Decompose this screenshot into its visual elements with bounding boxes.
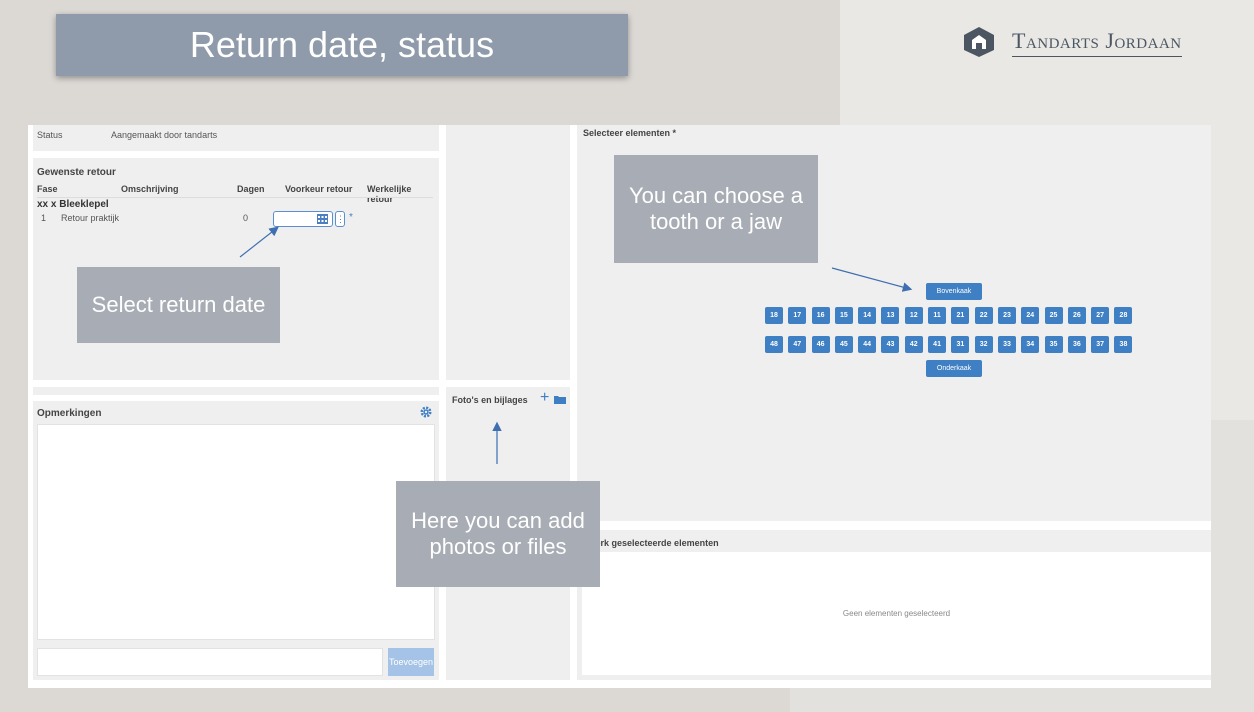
divider-strip: [33, 387, 439, 395]
lower-teeth-row: 48 47 46 45 44 43 42 41 31 32 33 34 35 36 37 38: [765, 336, 1133, 353]
row-omschrijving: Retour praktijk: [61, 213, 120, 223]
tooth-button[interactable]: 24: [1021, 307, 1040, 324]
upper-teeth-row: 18 17 16 15 14 13 12 11 21 22 23 24 25 26 27 28: [765, 307, 1133, 324]
tooth-button[interactable]: 34: [1021, 336, 1040, 353]
col-dagen: Dagen: [237, 184, 265, 194]
tooth-button[interactable]: 13: [881, 307, 900, 324]
tooth-button[interactable]: 27: [1091, 307, 1110, 324]
tooth-button[interactable]: 23: [997, 307, 1016, 324]
tooth-button[interactable]: 28: [1114, 307, 1133, 324]
col-voorkeur-retour: Voorkeur retour: [285, 184, 353, 194]
col-werkelijke-retour: Werkelijke retour: [367, 184, 412, 204]
tooth-button[interactable]: 32: [974, 336, 993, 353]
date-options-icon[interactable]: ⋮: [335, 211, 345, 227]
comment-input[interactable]: [37, 648, 383, 676]
tooth-button[interactable]: 38: [1114, 336, 1133, 353]
tooth-button[interactable]: 45: [834, 336, 853, 353]
photos-title: Foto's en bijlages: [452, 395, 528, 405]
plus-icon[interactable]: +: [540, 389, 549, 407]
tooth-button[interactable]: 11: [928, 307, 947, 324]
retour-title: Gewenste retour: [37, 167, 116, 178]
opmerkingen-title: Opmerkingen: [37, 408, 102, 419]
tooth-button[interactable]: 33: [997, 336, 1016, 353]
callout-add-photos: Here you can add photos or files: [396, 481, 600, 587]
middle-top-panel: [446, 125, 570, 380]
row-fase: 1: [41, 213, 47, 223]
lower-jaw-button[interactable]: Onderkaak: [926, 360, 982, 377]
tooth-button[interactable]: 22: [974, 307, 993, 324]
gear-icon[interactable]: [420, 406, 432, 418]
tooth-button[interactable]: 25: [1044, 307, 1063, 324]
folder-icon[interactable]: [554, 395, 566, 404]
calendar-icon[interactable]: [317, 214, 328, 224]
bewerk-body: Geen elementen geselecteerd: [582, 552, 1211, 675]
status-value: Aangemaakt door tandarts: [111, 130, 218, 140]
tooth-button[interactable]: 17: [788, 307, 807, 324]
tooth-button[interactable]: 42: [904, 336, 923, 353]
tooth-button[interactable]: 41: [928, 336, 947, 353]
house-logo-icon: [964, 27, 994, 57]
upper-jaw-button[interactable]: Bovenkaak: [926, 283, 982, 300]
tooth-button[interactable]: 43: [881, 336, 900, 353]
select-elements-title: Selecteer elementen *: [583, 128, 677, 138]
tooth-button[interactable]: 35: [1044, 336, 1063, 353]
col-fase: Fase: [37, 184, 58, 194]
tooth-button[interactable]: 36: [1067, 336, 1086, 353]
col-omschrijving: Omschrijving: [121, 184, 179, 194]
tooth-button[interactable]: 15: [834, 307, 853, 324]
row-dagen: 0: [243, 213, 249, 223]
callout-select-date: Select return date: [77, 267, 280, 343]
header-divider: [37, 197, 433, 198]
slide-title: Return date, status: [56, 14, 628, 76]
tooth-button[interactable]: 26: [1067, 307, 1086, 324]
tooth-button[interactable]: 37: [1091, 336, 1110, 353]
empty-selection-text: Geen elementen geselecteerd: [842, 609, 951, 618]
add-comment-button[interactable]: Toevoegen: [388, 648, 434, 676]
tooth-button[interactable]: 46: [811, 336, 830, 353]
tooth-button[interactable]: 14: [858, 307, 877, 324]
brand-name: Tandarts Jordaan: [1012, 28, 1182, 57]
tooth-button[interactable]: 21: [951, 307, 970, 324]
tooth-button[interactable]: 48: [765, 336, 783, 353]
tooth-button[interactable]: 18: [765, 307, 783, 324]
tooth-button[interactable]: 47: [788, 336, 807, 353]
tooth-button[interactable]: 16: [811, 307, 830, 324]
bewerk-panel: Bewerk geselecteerde elementen Geen elem…: [577, 530, 1211, 680]
status-panel: Status Aangemaakt door tandarts: [33, 125, 439, 151]
tooth-button[interactable]: 12: [904, 307, 923, 324]
product-group: xx x Bleeklepel: [37, 199, 109, 210]
required-marker: *: [349, 212, 353, 223]
return-date-input[interactable]: [273, 211, 333, 227]
callout-choose-tooth: You can choose a tooth or a jaw: [614, 155, 818, 263]
tooth-button[interactable]: 44: [858, 336, 877, 353]
opmerkingen-panel: Opmerkingen Toevoegen: [33, 401, 439, 680]
status-label: Status: [37, 130, 63, 140]
tooth-button[interactable]: 31: [951, 336, 970, 353]
comments-textarea[interactable]: [37, 424, 435, 640]
